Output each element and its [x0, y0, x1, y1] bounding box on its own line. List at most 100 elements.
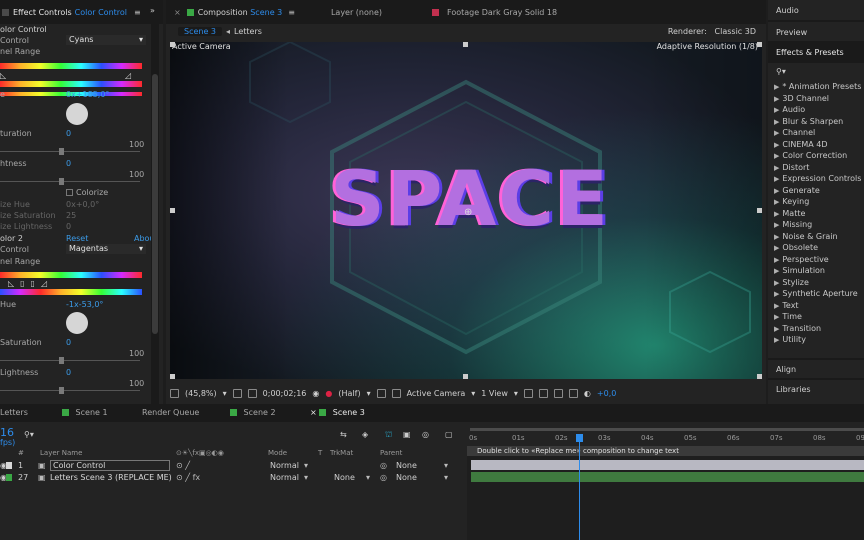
effects-category-item[interactable]: ▶ CINEMA 4D — [768, 139, 864, 151]
lightness-value[interactable]: 0 — [66, 159, 71, 168]
camera-dropdown[interactable]: Active Camera — [407, 389, 466, 398]
effects-category-item[interactable]: ▶ Color Correction — [768, 150, 864, 162]
fast-previews-icon[interactable] — [538, 388, 548, 398]
pickwhip-icon[interactable]: ◎ — [380, 461, 387, 470]
footage-tab[interactable]: Footage Dark Gray Solid 18 — [447, 8, 557, 17]
always-preview-icon[interactable] — [170, 388, 179, 398]
hue2-value[interactable]: -1x-53,0° — [66, 300, 103, 309]
expand-triangle-icon[interactable]: ▶ — [774, 187, 779, 195]
zoom-dropdown[interactable]: (45,8%) — [185, 389, 217, 398]
parent-dropdown[interactable]: None — [396, 473, 417, 482]
comp-mini-flowchart-icon[interactable]: ⇆ — [340, 430, 347, 439]
handle-top-right[interactable] — [757, 42, 762, 47]
colorize-checkbox[interactable] — [66, 189, 73, 196]
handle-bottom-left[interactable] — [170, 374, 175, 379]
effects-category-item[interactable]: ▶ Stylize — [768, 277, 864, 289]
saturation2-value[interactable]: 0 — [66, 338, 71, 347]
timeline-tab[interactable]: × Scene 3 — [310, 408, 365, 417]
expand-triangle-icon[interactable]: ▶ — [774, 233, 779, 241]
close-icon[interactable]: × — [174, 8, 181, 17]
range2-handles-icon[interactable]: ◺▯▯◿ — [8, 279, 53, 288]
effects-category-item[interactable]: ▶ Blur & Sharpen — [768, 116, 864, 128]
breadcrumb-scene3[interactable]: Scene 3 — [178, 26, 223, 36]
timeline-icon[interactable] — [553, 388, 563, 398]
exposure-value[interactable]: +0,0 — [597, 389, 616, 398]
effects-category-item[interactable]: ▶ Distort — [768, 162, 864, 174]
layer-bar-letters[interactable] — [471, 472, 864, 482]
range-handle-right-icon[interactable]: ◿ — [125, 71, 131, 80]
expand-panels-icon[interactable]: » — [150, 6, 155, 15]
toggle-pixel-aspect-icon[interactable] — [523, 388, 533, 398]
expand-triangle-icon[interactable]: ▶ — [774, 210, 779, 218]
mask-icon[interactable] — [247, 388, 257, 398]
layer-label-color[interactable] — [6, 474, 12, 481]
layer-row[interactable]: ◉ 27 ▣ Letters Scene 3 (REPLACE ME) ⊙ ╱ fx No… — [0, 472, 466, 483]
layer-row[interactable]: ◉ 1 ▣ Color Control ⊙ ╱ Normal ▾ ◎ None ▾ — [0, 460, 466, 471]
graph-editor-icon[interactable]: ▢ — [445, 430, 453, 439]
expand-triangle-icon[interactable]: ▶ — [774, 198, 779, 206]
effect-controls-tab-title[interactable]: Effect Controls — [13, 8, 72, 17]
effects-category-item[interactable]: ▶ Keying — [768, 196, 864, 208]
expand-triangle-icon[interactable]: ▶ — [774, 221, 779, 229]
grid-icon[interactable] — [232, 388, 242, 398]
effects-category-item[interactable]: ▶ Perspective — [768, 254, 864, 266]
effect-controls-scrollbar[interactable] — [151, 24, 159, 404]
handle-top-center[interactable] — [463, 42, 468, 47]
effects-presets-header[interactable]: Effects & Presets — [768, 43, 864, 63]
frame-blending-icon[interactable]: ▣ — [403, 430, 411, 439]
effects-category-item[interactable]: ▶ Channel — [768, 127, 864, 139]
hue2-dial[interactable] — [66, 312, 88, 334]
marker-comment-bar[interactable]: Double click to «Replace me» composition… — [467, 446, 864, 456]
snapshot-icon[interactable]: ◉ — [312, 389, 319, 398]
handle-middle-right[interactable] — [757, 208, 762, 213]
scrollbar-thumb[interactable] — [152, 74, 158, 334]
search-icon[interactable]: ⚲▾ — [24, 430, 34, 439]
switch-icons[interactable]: ⊙ ╱ — [176, 461, 190, 470]
expand-triangle-icon[interactable]: ▶ — [774, 256, 779, 264]
expand-triangle-icon[interactable]: ▶ — [774, 267, 779, 275]
expand-triangle-icon[interactable]: ▶ — [774, 106, 779, 114]
effects-category-item[interactable]: ▶ Utility — [768, 334, 864, 346]
lightness2-slider-handle[interactable] — [59, 387, 64, 394]
effects-category-item[interactable]: ▶ Audio — [768, 104, 864, 116]
handle-top-left[interactable] — [170, 42, 175, 47]
handle-bottom-right[interactable] — [757, 374, 762, 379]
effects-category-item[interactable]: ▶ Obsolete — [768, 242, 864, 254]
resolution-dropdown[interactable]: (Half) — [338, 389, 360, 398]
expand-triangle-icon[interactable]: ▶ — [774, 336, 779, 344]
work-area-bar[interactable] — [470, 428, 864, 431]
pickwhip-icon[interactable]: ◎ — [380, 473, 387, 482]
expand-triangle-icon[interactable]: ▶ — [774, 152, 779, 160]
timeline-tab[interactable]: Render Queue — [142, 408, 199, 417]
lock-icon[interactable] — [2, 8, 9, 16]
anchor-point-icon[interactable]: ⊕ — [464, 207, 472, 218]
align-panel-header[interactable]: Align — [768, 358, 864, 378]
switch-icons[interactable]: ⊙ ╱ fx — [176, 473, 200, 482]
expand-triangle-icon[interactable]: ▶ — [774, 244, 779, 252]
effect2-name[interactable]: olor 2 — [0, 234, 23, 243]
renderer-info[interactable]: Renderer: Classic 3D — [668, 27, 756, 36]
effects-category-item[interactable]: ▶ Expression Controls — [768, 173, 864, 185]
layer-name[interactable]: Letters Scene 3 (REPLACE ME) — [50, 473, 172, 482]
effects-category-item[interactable]: ▶ 3D Channel — [768, 93, 864, 105]
layer-label-color[interactable] — [6, 462, 12, 469]
expand-triangle-icon[interactable]: ▶ — [774, 313, 779, 321]
region-of-interest-icon[interactable] — [376, 388, 386, 398]
timeline-tab[interactable]: Scene 2 — [230, 408, 276, 417]
color-channel-icon[interactable]: ● — [325, 389, 332, 398]
effects-search[interactable]: ⚲▾ — [768, 63, 864, 79]
expand-triangle-icon[interactable]: ▶ — [774, 141, 779, 149]
expand-triangle-icon[interactable]: ▶ — [774, 118, 779, 126]
lightness-slider-handle[interactable] — [59, 178, 64, 185]
timeline-tab[interactable]: Letters — [0, 408, 28, 417]
layer-tab[interactable]: Layer (none) — [331, 8, 382, 17]
timeline-tab[interactable]: Scene 1 — [62, 408, 108, 417]
saturation2-slider-handle[interactable] — [59, 357, 64, 364]
hue-value[interactable]: 0x+185,0° — [66, 90, 109, 99]
saturation-slider-handle[interactable] — [59, 148, 64, 155]
flowchart-icon[interactable] — [568, 388, 578, 398]
track-area[interactable]: Double click to «Replace me» composition… — [467, 446, 864, 540]
expand-triangle-icon[interactable]: ▶ — [774, 302, 779, 310]
effects-category-item[interactable]: ▶ Transition — [768, 323, 864, 335]
preview-panel-header[interactable]: Preview — [768, 22, 864, 43]
